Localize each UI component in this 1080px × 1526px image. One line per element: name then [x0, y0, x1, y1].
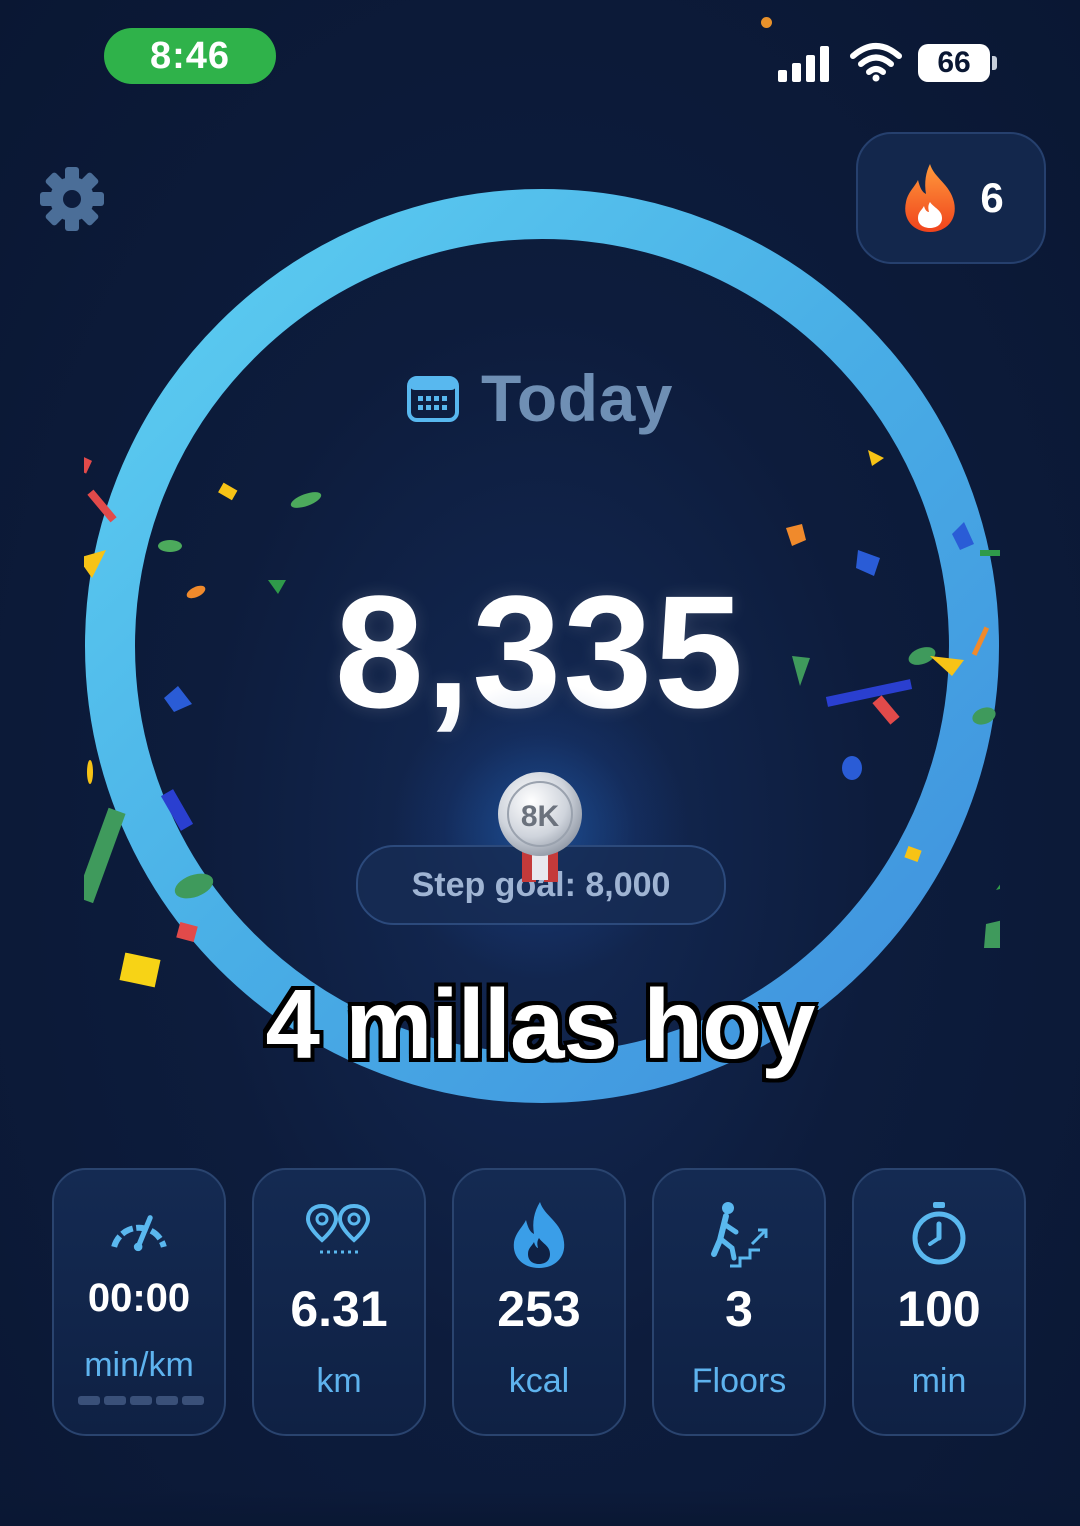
active-time-unit: min — [911, 1362, 967, 1400]
today-label: Today — [481, 361, 673, 435]
medal-label: 8K — [521, 800, 560, 833]
calories-value: 253 — [497, 1281, 581, 1337]
battery-level: 66 — [918, 44, 990, 82]
today-header: Today — [0, 360, 1080, 436]
distance-card[interactable]: 6.31 km — [252, 1168, 426, 1436]
pace-placeholder — [78, 1396, 204, 1405]
battery-icon — [992, 56, 997, 70]
flame-icon — [513, 1202, 565, 1268]
route-pins-icon — [305, 1203, 371, 1254]
stopwatch-icon — [912, 1202, 966, 1265]
stairs-icon — [711, 1202, 768, 1268]
cellular-signal-icon — [778, 46, 834, 82]
recording-indicator — [761, 17, 772, 28]
speedometer-icon — [111, 1215, 167, 1252]
distance-unit: km — [316, 1362, 362, 1400]
wifi-icon — [850, 43, 902, 82]
status-time: 8:46 — [104, 28, 276, 84]
video-caption: 4 millas hoy — [265, 969, 815, 1079]
distance-value: 6.31 — [290, 1281, 388, 1337]
calories-card[interactable]: 253 kcal — [452, 1168, 626, 1436]
floors-unit: Floors — [691, 1362, 787, 1400]
medal-badge-icon: 8K — [498, 772, 582, 882]
pace-unit: min/km — [84, 1346, 194, 1384]
active-time-card[interactable]: 100 min — [852, 1168, 1026, 1436]
calendar-icon — [407, 376, 460, 422]
bottom-fade — [0, 1490, 1080, 1526]
pace-value: 00:00 — [87, 1276, 191, 1320]
pace-card[interactable]: 00:00 min/km — [52, 1168, 226, 1436]
floors-card[interactable]: 3 Floors — [652, 1168, 826, 1436]
active-time-value: 100 — [897, 1281, 981, 1337]
calories-unit: kcal — [508, 1362, 570, 1400]
floors-value: 3 — [725, 1281, 753, 1337]
